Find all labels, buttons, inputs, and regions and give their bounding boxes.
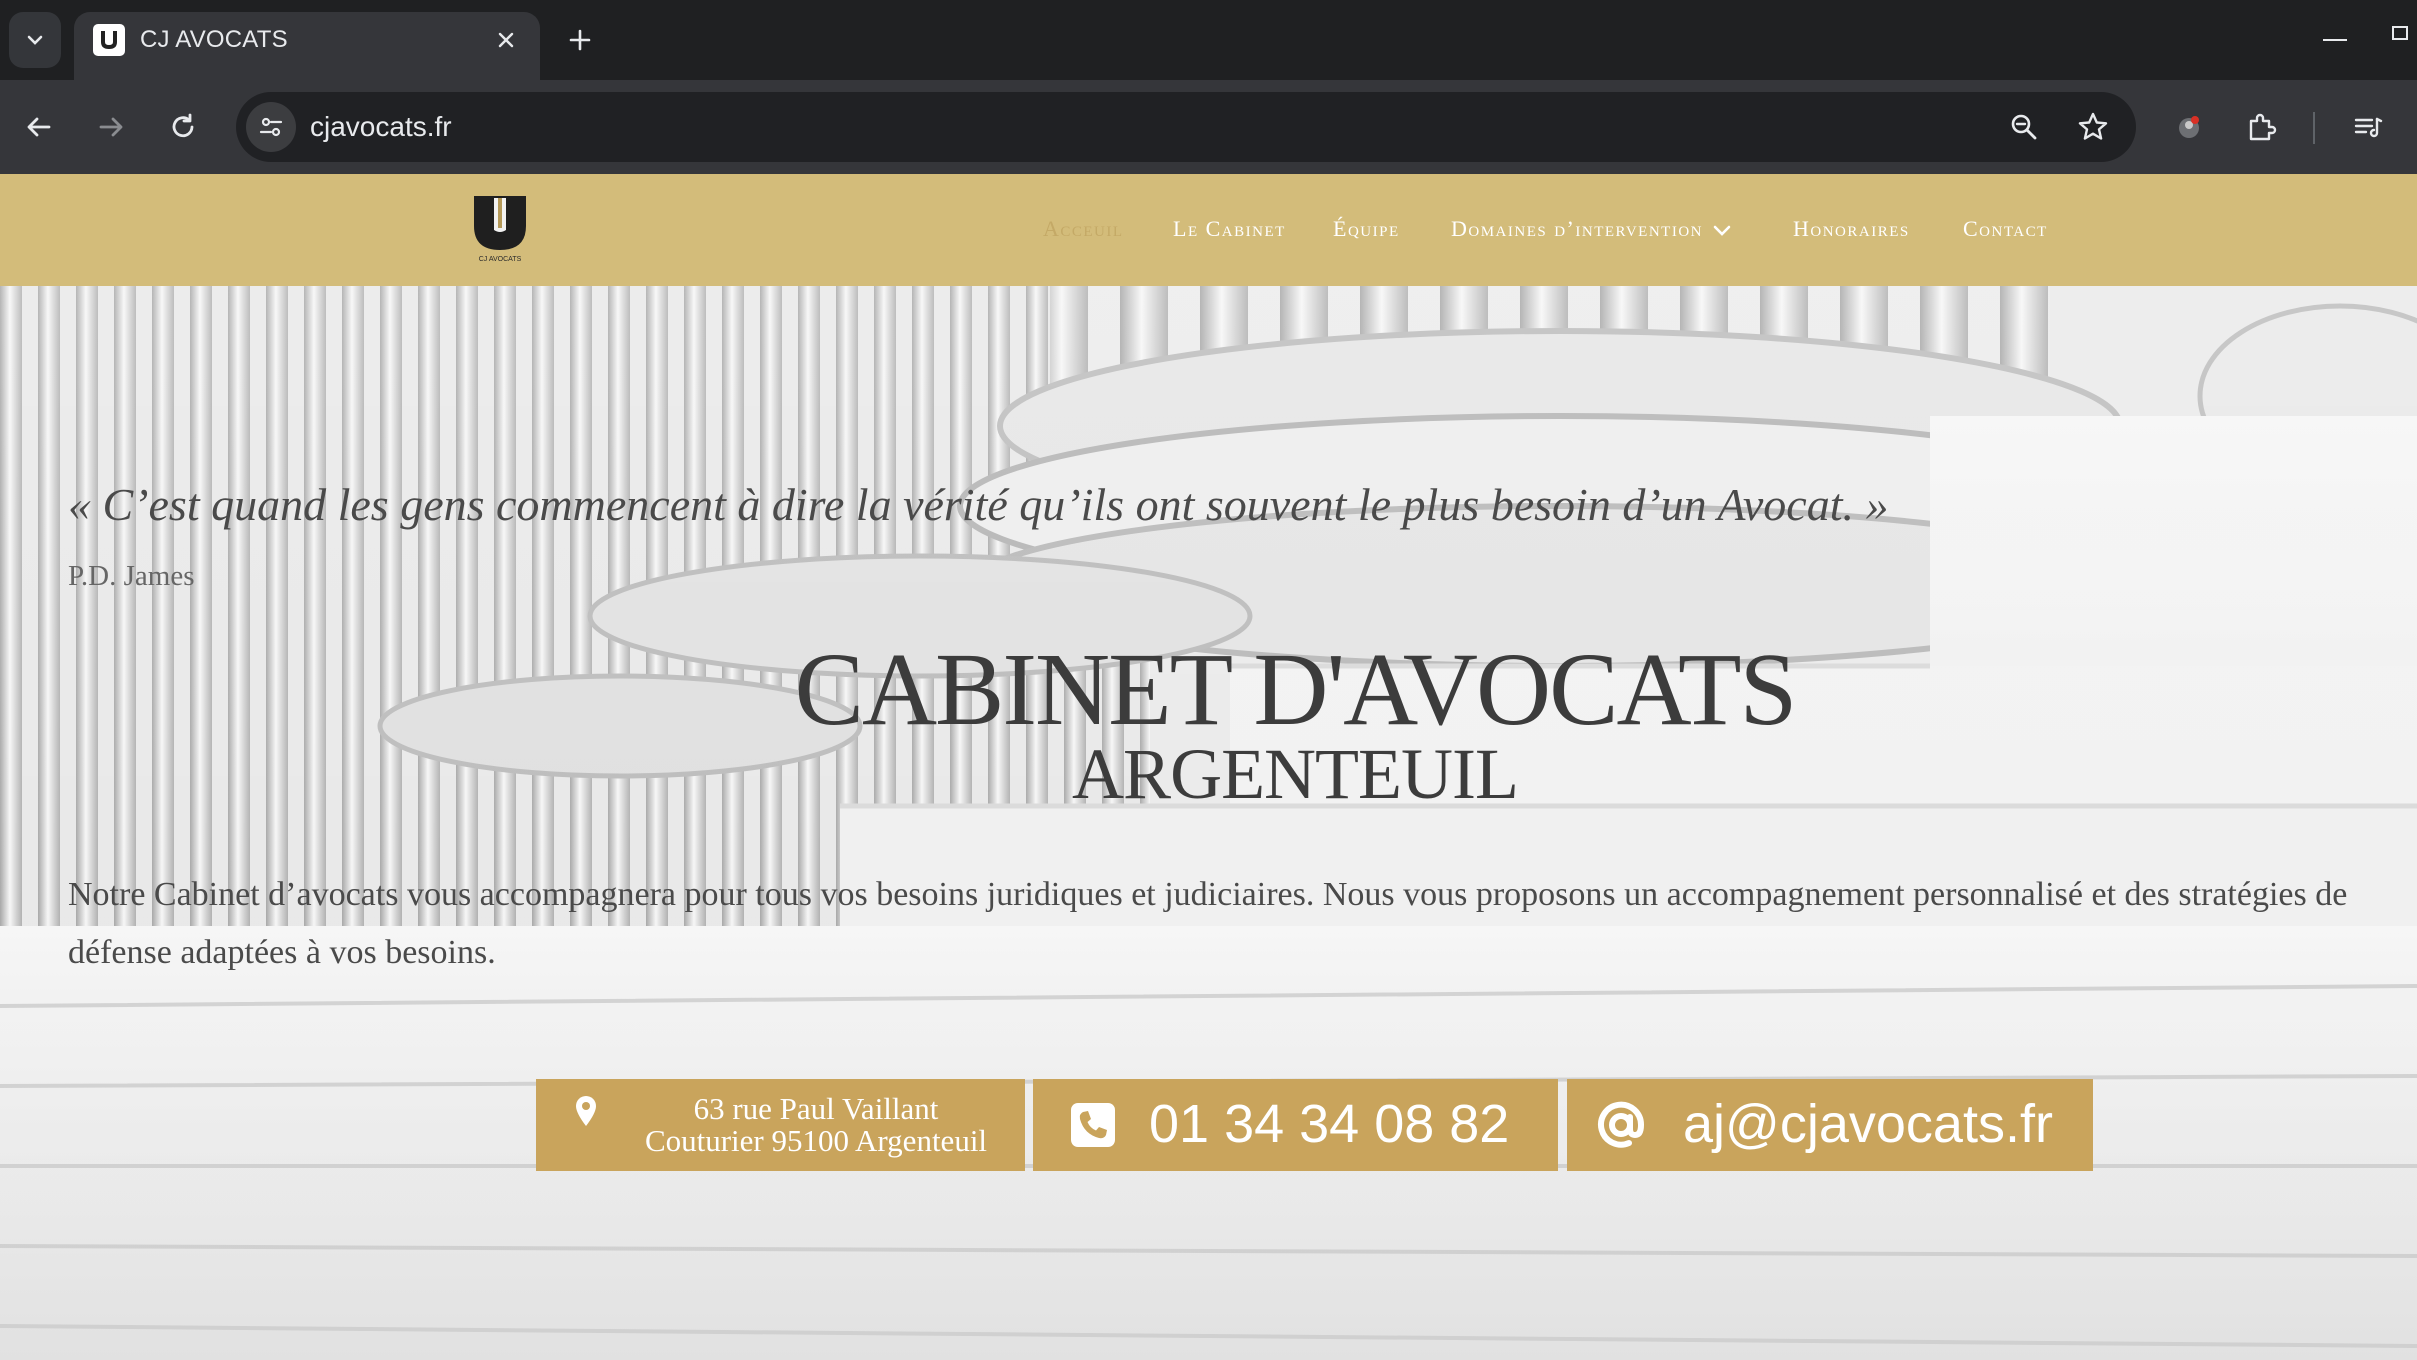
nav-contact[interactable]: Contact [1963,216,2048,242]
close-icon [498,32,514,48]
nav-acceuil[interactable]: Acceuil [1043,216,1124,242]
nav-equipe[interactable]: Équipe [1333,216,1400,242]
tab-search-button[interactable] [9,12,61,68]
maximize-window-button[interactable] [2390,22,2417,62]
profile-icon [2179,116,2199,138]
reading-list-button[interactable] [2345,104,2391,150]
reading-list-icon [2354,117,2383,138]
hero-background-image [0,286,2417,1360]
maximize-icon [2392,26,2408,40]
url-text[interactable]: cjavocats.fr [310,111,452,143]
logo-icon [474,196,526,250]
address-line-1: 63 rue Paul Vaillant [693,1091,939,1126]
address-line-2: Couturier 95100 Argenteuil [644,1123,988,1158]
nav-honoraires[interactable]: Honoraires [1793,216,1910,242]
plus-icon [569,29,591,51]
minimize-icon [2323,39,2347,41]
toolbar-divider [2313,112,2315,144]
site-header: CJ AVOCATS Acceuil Le Cabinet Équipe Dom… [0,174,2417,286]
hero-intro-line-2: défense adaptées à vos besoins. [68,934,496,971]
hero-intro-line-1: Notre Cabinet d’avocats vous accompagner… [68,876,2348,913]
hero-subtitle: ARGENTEUIL [1072,734,1519,814]
profile-button[interactable] [2166,104,2212,150]
back-button[interactable] [14,102,64,152]
new-tab-button[interactable] [560,20,600,60]
minimize-window-button[interactable] [2310,18,2360,62]
extensions-icon [2249,113,2277,141]
zoom-button[interactable] [2003,106,2045,148]
zoom-icon [2011,114,2037,140]
nav-domaines[interactable]: Domaines d’intervention [1451,216,1731,242]
address-button[interactable]: 63 rue Paul Vaillant Couturier 95100 Arg… [536,1079,1025,1171]
back-icon [27,117,51,137]
bookmark-button[interactable] [2072,106,2114,148]
forward-icon [99,117,123,137]
phone-icon [1067,1099,1119,1151]
chevron-down-icon [1713,225,1731,236]
reload-icon [172,113,194,138]
site-logo[interactable]: CJ AVOCATS [468,192,532,268]
quote-author: P.D. James [68,560,195,592]
nav-domaines-label: Domaines d’intervention [1451,216,1703,241]
hero-title: CABINET D'AVOCATS [794,632,1798,747]
map-pin-icon [570,1093,602,1129]
email-address: aj@cjavocats.fr [1683,1094,2053,1154]
hero-intro: Notre Cabinet d’avocats vous accompagner… [68,866,2417,982]
tab-title: CJ AVOCATS [140,26,288,53]
tab-search-icon [27,35,43,45]
site-info-button[interactable] [246,102,296,152]
browser-tab[interactable]: CJ AVOCATS [74,12,540,80]
close-tab-button[interactable] [488,22,524,58]
email-button[interactable]: aj@cjavocats.fr [1567,1079,2093,1171]
extensions-button[interactable] [2238,104,2284,150]
phone-number: 01 34 34 08 82 [1149,1094,1510,1154]
site-info-icon [259,117,283,137]
star-icon [2078,112,2108,140]
reload-button[interactable] [158,102,208,152]
forward-button[interactable] [86,102,136,152]
at-icon [1593,1097,1649,1153]
hero-section: « C’est quand les gens commencent à dire… [0,286,2417,1360]
browser-tab-strip: CJ AVOCATS [0,0,2417,80]
hero-quote: « C’est quand les gens commencent à dire… [68,479,1889,530]
browser-toolbar: cjavocats.fr [0,80,2417,174]
logo-text: CJ AVOCATS [478,256,522,263]
address-bar[interactable]: cjavocats.fr [236,92,2136,162]
nav-le-cabinet[interactable]: Le Cabinet [1173,216,1286,242]
favicon-icon [93,24,125,56]
phone-button[interactable]: 01 34 34 08 82 [1033,1079,1558,1171]
